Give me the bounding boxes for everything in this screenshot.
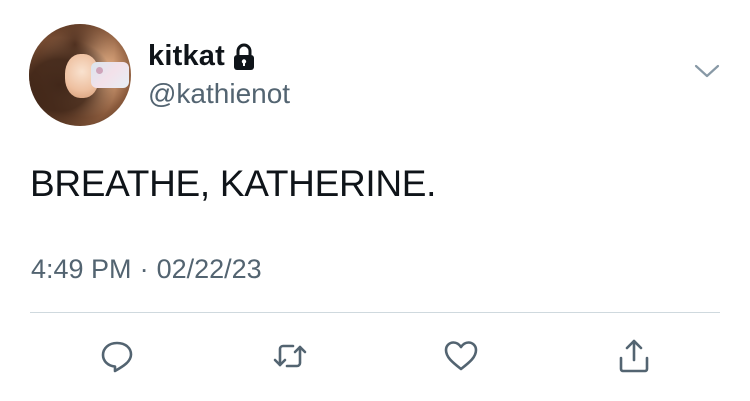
- divider: [30, 312, 720, 313]
- avatar-phone: [91, 62, 129, 88]
- meta-separator: ·: [139, 254, 149, 284]
- reply-icon: [101, 341, 133, 373]
- heart-icon: [444, 341, 478, 371]
- action-bar: [0, 330, 750, 380]
- lock-icon: [233, 43, 255, 71]
- tweet-card: kitkat @kathienot BREATHE, KATHERINE. 4:…: [0, 0, 750, 401]
- share-icon: [619, 339, 649, 373]
- reply-button[interactable]: [97, 336, 137, 376]
- tweet-date: 02/22/23: [156, 254, 262, 284]
- tweet-time: 4:49 PM: [31, 254, 132, 284]
- display-name[interactable]: kitkat: [148, 40, 225, 73]
- retweet-button[interactable]: [270, 336, 310, 376]
- chevron-down-icon[interactable]: [694, 62, 720, 80]
- tweet-timestamp[interactable]: 4:49 PM · 02/22/23: [31, 254, 262, 285]
- name-row: kitkat: [148, 40, 255, 73]
- avatar[interactable]: [29, 24, 131, 126]
- retweet-icon: [273, 344, 307, 368]
- share-button[interactable]: [614, 336, 654, 376]
- like-button[interactable]: [441, 336, 481, 376]
- tweet-text: BREATHE, KATHERINE.: [30, 163, 437, 204]
- user-handle[interactable]: @kathienot: [148, 78, 290, 110]
